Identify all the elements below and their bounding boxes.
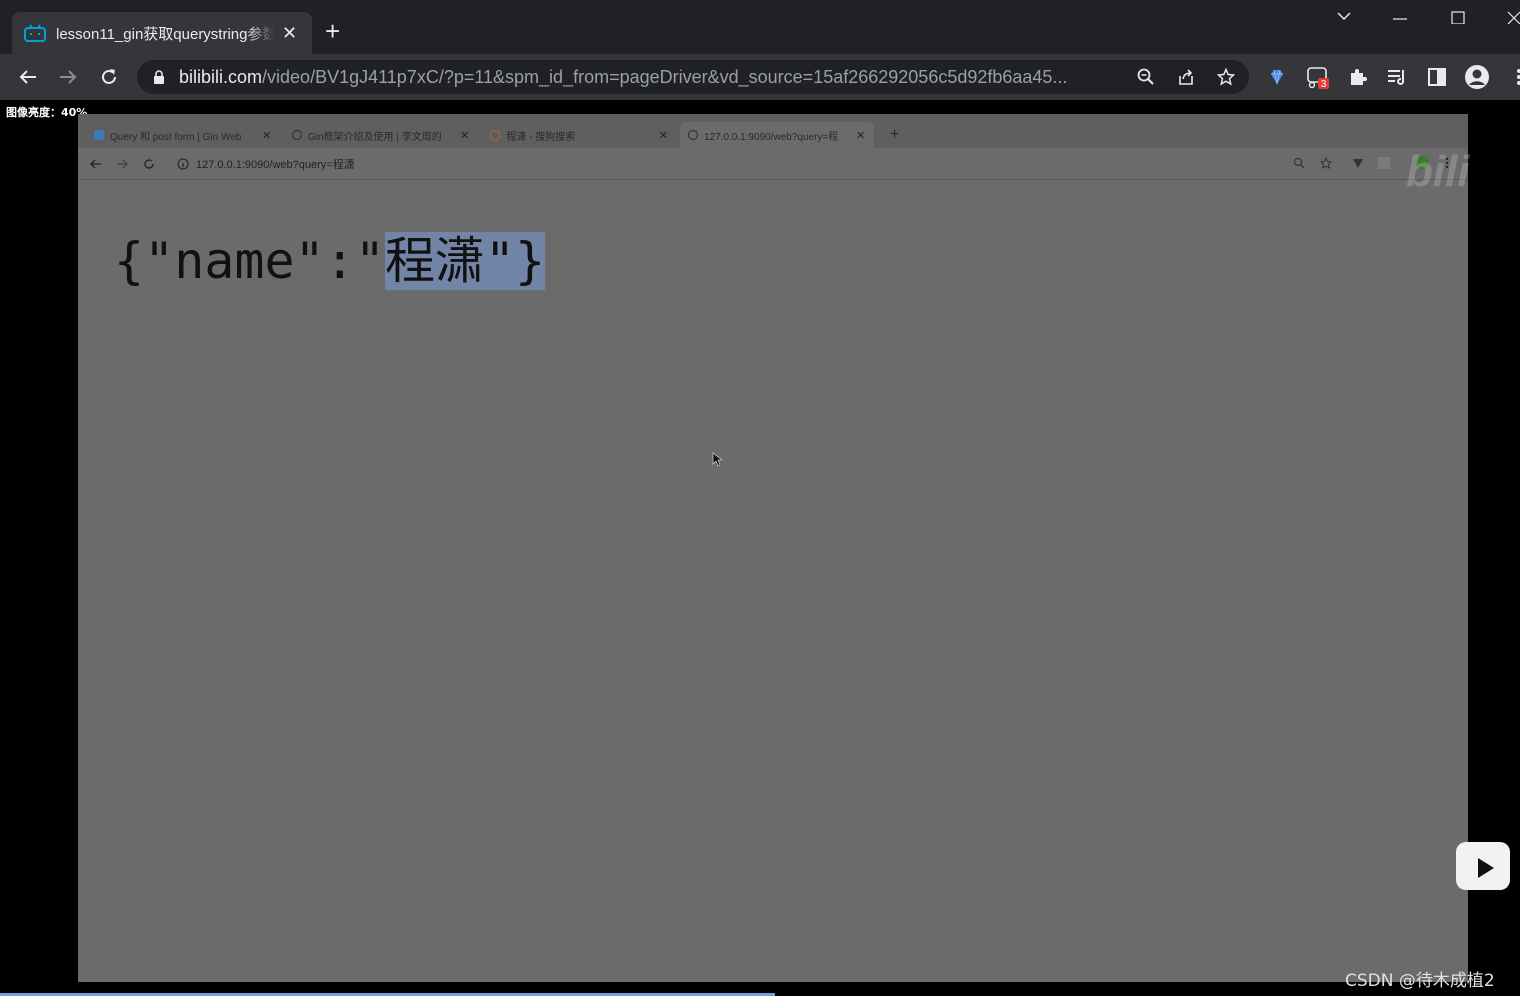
reload-icon xyxy=(144,159,154,169)
menu-dots-icon[interactable] xyxy=(1506,64,1520,90)
video-extension-icon[interactable]: 3 xyxy=(1305,64,1331,90)
globe-icon xyxy=(292,130,302,140)
globe-icon xyxy=(688,130,698,140)
tab-close-icon[interactable]: ✕ xyxy=(282,23,297,44)
tab-close-icon: ✕ xyxy=(262,129,272,142)
gin-favicon-icon xyxy=(94,130,104,140)
extension-badge: 3 xyxy=(1321,79,1327,89)
minimize-button[interactable] xyxy=(1392,8,1408,29)
extension-icon xyxy=(1378,157,1390,169)
share-icon[interactable] xyxy=(1173,64,1199,90)
recorded-tab-sogou: 程潇 - 搜狗搜索 ✕ xyxy=(482,122,676,148)
zoom-icon xyxy=(1293,157,1305,169)
url-text: bilibili.com/video/BV1gJ411p7xC/?p=11&sp… xyxy=(179,67,1068,87)
back-arrow-icon xyxy=(90,159,101,169)
forward-arrow-icon[interactable] xyxy=(55,64,81,90)
side-panel-icon[interactable] xyxy=(1424,64,1450,90)
recorded-url: 127.0.0.1:9090/web?query=程潇 xyxy=(196,159,355,171)
forward-arrow-icon xyxy=(117,159,128,169)
csdn-watermark: CSDN @待木成植2 xyxy=(1345,971,1495,991)
info-icon xyxy=(177,158,189,170)
recorded-tab-strip: Query 和 post form | Gin Web ✕ Gin框架介绍及使用… xyxy=(78,114,1468,148)
json-response: {"name":"程潇"} xyxy=(114,232,546,290)
selected-text: 程潇"} xyxy=(384,232,546,290)
bilibili-watermark-logo-icon: bili xyxy=(1406,147,1470,196)
extension-icon xyxy=(1353,159,1363,168)
recorded-new-tab-icon: + xyxy=(890,126,900,143)
svg-text:bili: bili xyxy=(1406,147,1470,196)
browser-tab-strip: lesson11_gin获取querystring参数 ✕ + xyxy=(0,0,1520,54)
play-icon xyxy=(1472,843,1494,878)
tab-search-chevron-icon[interactable] xyxy=(1336,8,1352,29)
new-tab-button[interactable]: + xyxy=(325,18,340,44)
media-playlist-icon[interactable] xyxy=(1384,64,1410,90)
recorded-tab-localhost: 127.0.0.1:9090/web?query=程 ✕ xyxy=(680,122,874,148)
recorded-tab-gin-intro: Gin框架介绍及使用 | 李文周的 ✕ xyxy=(284,122,478,148)
tab-bilibili-video[interactable]: lesson11_gin获取querystring参数 ✕ xyxy=(12,12,312,54)
zoom-icon[interactable] xyxy=(1133,64,1159,90)
extensions-puzzle-icon[interactable] xyxy=(1345,64,1371,90)
close-window-button[interactable] xyxy=(1506,8,1520,29)
tab-close-icon: ✕ xyxy=(460,129,470,142)
bookmark-star-icon[interactable] xyxy=(1213,64,1239,90)
floating-play-button[interactable] xyxy=(1456,842,1510,890)
gem-extension-icon[interactable] xyxy=(1264,64,1290,90)
tab-title: lesson11_gin获取querystring参数 xyxy=(56,25,274,43)
reload-icon[interactable] xyxy=(96,64,122,90)
recorded-browser: Query 和 post form | Gin Web ✕ Gin框架介绍及使用… xyxy=(78,114,1468,982)
recorded-tab-gin-docs: Query 和 post form | Gin Web ✕ xyxy=(86,122,280,148)
address-bar[interactable]: bilibili.com/video/BV1gJ411p7xC/?p=11&sp… xyxy=(137,60,1249,94)
recorded-toolbar: 127.0.0.1:9090/web?query=程潇 xyxy=(78,148,1468,180)
bookmark-star-icon xyxy=(1320,157,1332,169)
back-arrow-icon[interactable] xyxy=(15,64,41,90)
browser-toolbar: bilibili.com/video/BV1gJ411p7xC/?p=11&sp… xyxy=(0,54,1520,100)
tab-close-icon: ✕ xyxy=(658,129,668,142)
sogou-icon xyxy=(490,129,501,141)
video-player[interactable]: 图像亮度：40% Query 和 post form | Gin Web ✕ G… xyxy=(0,100,1520,996)
tab-close-icon: ✕ xyxy=(856,129,866,142)
brightness-indicator: 图像亮度：40% xyxy=(6,106,88,119)
maximize-button[interactable] xyxy=(1450,8,1466,29)
lock-icon xyxy=(154,70,164,84)
profile-avatar-icon[interactable] xyxy=(1464,64,1490,90)
mouse-cursor-icon xyxy=(712,452,722,467)
bilibili-icon xyxy=(24,24,46,42)
